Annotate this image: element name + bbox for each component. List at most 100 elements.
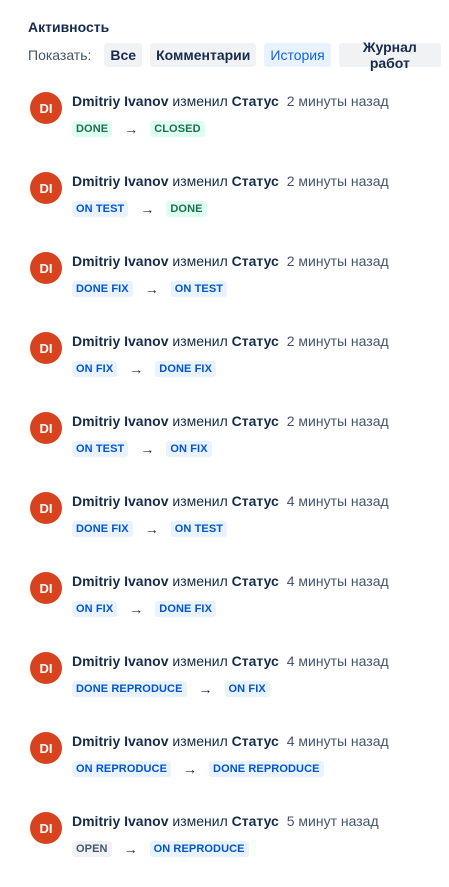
history-summary: Dmitriy Ivanov изменил Статус 2 минуты н… xyxy=(72,253,389,269)
timestamp[interactable]: 2 минуты назад xyxy=(287,173,389,189)
action-verb: изменил xyxy=(172,173,228,189)
timestamp[interactable]: 2 минуты назад xyxy=(287,333,389,349)
author-name[interactable]: Dmitriy Ivanov xyxy=(72,813,168,829)
status-to-lozenge: DONE FIX xyxy=(155,601,217,617)
changed-field: Статус xyxy=(231,253,279,269)
history-summary: Dmitriy Ivanov изменил Статус 2 минуты н… xyxy=(72,413,389,429)
author-name[interactable]: Dmitriy Ivanov xyxy=(72,733,168,749)
changed-field: Статус xyxy=(231,173,279,189)
author-name[interactable]: Dmitriy Ivanov xyxy=(72,93,168,109)
avatar[interactable]: DI xyxy=(30,412,62,444)
timestamp[interactable]: 4 минуты назад xyxy=(287,653,389,669)
avatar[interactable]: DI xyxy=(30,572,62,604)
changed-field: Статус xyxy=(231,93,279,109)
history-item: DI Dmitriy Ivanov изменил Статус 4 минуты… xyxy=(30,570,440,650)
status-from-lozenge: OPEN xyxy=(72,841,112,857)
status-from-lozenge: DONE FIX xyxy=(72,521,133,537)
history-list: DI Dmitriy Ivanov изменил Статус 2 минуты… xyxy=(30,90,440,887)
action-verb: изменил xyxy=(172,653,228,669)
filter-comments-button[interactable]: Комментарии xyxy=(150,43,257,67)
history-item: DI Dmitriy Ivanov изменил Статус 5 минут … xyxy=(30,810,440,887)
history-summary: Dmitriy Ivanov изменил Статус 4 минуты н… xyxy=(72,653,389,669)
author-name[interactable]: Dmitriy Ivanov xyxy=(72,493,168,509)
status-change: ON TEST → ON FIX xyxy=(72,441,212,457)
author-name[interactable]: Dmitriy Ivanov xyxy=(72,413,168,429)
action-verb: изменил xyxy=(172,93,228,109)
history-summary: Dmitriy Ivanov изменил Статус 2 минуты н… xyxy=(72,333,389,349)
status-to-lozenge: ON TEST xyxy=(170,281,228,297)
timestamp[interactable]: 4 минуты назад xyxy=(287,493,389,509)
timestamp[interactable]: 4 минуты назад xyxy=(287,573,389,589)
timestamp[interactable]: 4 минуты назад xyxy=(287,733,389,749)
timestamp[interactable]: 2 минуты назад xyxy=(287,253,389,269)
changed-field: Статус xyxy=(231,813,279,829)
author-name[interactable]: Dmitriy Ivanov xyxy=(72,253,168,269)
avatar[interactable]: DI xyxy=(30,732,62,764)
arrow-right-icon: → xyxy=(183,761,198,777)
avatar[interactable]: DI xyxy=(30,812,62,844)
status-to-lozenge: DONE FIX xyxy=(155,361,217,377)
action-verb: изменил xyxy=(172,733,228,749)
status-from-lozenge: ON TEST xyxy=(72,201,129,217)
arrow-right-icon: → xyxy=(129,361,144,377)
status-to-lozenge: ON FIX xyxy=(166,441,212,457)
arrow-right-icon: → xyxy=(144,521,159,537)
author-name[interactable]: Dmitriy Ivanov xyxy=(72,653,168,669)
avatar[interactable]: DI xyxy=(30,252,62,284)
status-change: ON TEST → DONE xyxy=(72,201,207,217)
author-name[interactable]: Dmitriy Ivanov xyxy=(72,333,168,349)
filters-label: Показать: xyxy=(28,47,92,63)
history-item: DI Dmitriy Ivanov изменил Статус 2 минуты… xyxy=(30,410,440,490)
history-item: DI Dmitriy Ivanov изменил Статус 2 минуты… xyxy=(30,330,440,410)
history-summary: Dmitriy Ivanov изменил Статус 5 минут на… xyxy=(72,813,379,829)
action-verb: изменил xyxy=(172,253,228,269)
action-verb: изменил xyxy=(172,413,228,429)
activity-filters: Показать: Все Комментарии История Журнал… xyxy=(28,39,449,71)
status-from-lozenge: DONE FIX xyxy=(72,281,133,297)
history-item: DI Dmitriy Ivanov изменил Статус 4 минуты… xyxy=(30,490,440,570)
history-item: DI Dmitriy Ivanov изменил Статус 4 минуты… xyxy=(30,650,440,730)
avatar[interactable]: DI xyxy=(30,92,62,124)
history-summary: Dmitriy Ivanov изменил Статус 4 минуты н… xyxy=(72,733,389,749)
status-change: DONE REPRODUCE → ON FIX xyxy=(72,681,270,697)
status-from-lozenge: ON REPRODUCE xyxy=(72,761,172,777)
history-summary: Dmitriy Ivanov изменил Статус 4 минуты н… xyxy=(72,493,389,509)
status-change: DONE → CLOSED xyxy=(72,121,205,137)
history-summary: Dmitriy Ivanov изменил Статус 4 минуты н… xyxy=(72,573,389,589)
history-summary: Dmitriy Ivanov изменил Статус 2 минуты н… xyxy=(72,93,389,109)
status-change: OPEN → ON REPRODUCE xyxy=(72,841,249,857)
status-change: ON REPRODUCE → DONE REPRODUCE xyxy=(72,761,324,777)
changed-field: Статус xyxy=(231,573,279,589)
action-verb: изменил xyxy=(172,813,228,829)
changed-field: Статус xyxy=(231,413,279,429)
avatar[interactable]: DI xyxy=(30,492,62,524)
filter-history-button[interactable]: История xyxy=(264,43,331,67)
status-to-lozenge: ON REPRODUCE xyxy=(149,841,249,857)
activity-title: Активность xyxy=(28,19,110,35)
history-item: DI Dmitriy Ivanov изменил Статус 2 минуты… xyxy=(30,90,440,170)
filter-worklog-button[interactable]: Журнал работ xyxy=(338,39,441,71)
timestamp[interactable]: 2 минуты назад xyxy=(287,413,389,429)
avatar[interactable]: DI xyxy=(30,172,62,204)
action-verb: изменил xyxy=(172,333,228,349)
timestamp[interactable]: 5 минут назад xyxy=(287,813,379,829)
changed-field: Статус xyxy=(231,493,279,509)
status-from-lozenge: DONE REPRODUCE xyxy=(72,681,187,697)
status-from-lozenge: ON FIX xyxy=(72,601,118,617)
avatar[interactable]: DI xyxy=(30,652,62,684)
timestamp[interactable]: 2 минуты назад xyxy=(287,93,389,109)
author-name[interactable]: Dmitriy Ivanov xyxy=(72,573,168,589)
avatar[interactable]: DI xyxy=(30,332,62,364)
status-to-lozenge: ON FIX xyxy=(224,681,270,697)
status-change: ON FIX → DONE FIX xyxy=(72,601,217,617)
author-name[interactable]: Dmitriy Ivanov xyxy=(72,173,168,189)
status-change: ON FIX → DONE FIX xyxy=(72,361,217,377)
changed-field: Статус xyxy=(231,333,279,349)
arrow-right-icon: → xyxy=(124,121,139,137)
filter-all-button[interactable]: Все xyxy=(104,43,143,67)
status-to-lozenge: CLOSED xyxy=(150,121,205,137)
status-change: DONE FIX → ON TEST xyxy=(72,281,228,297)
history-item: DI Dmitriy Ivanov изменил Статус 2 минуты… xyxy=(30,250,440,330)
action-verb: изменил xyxy=(172,573,228,589)
history-summary: Dmitriy Ivanov изменил Статус 2 минуты н… xyxy=(72,173,389,189)
